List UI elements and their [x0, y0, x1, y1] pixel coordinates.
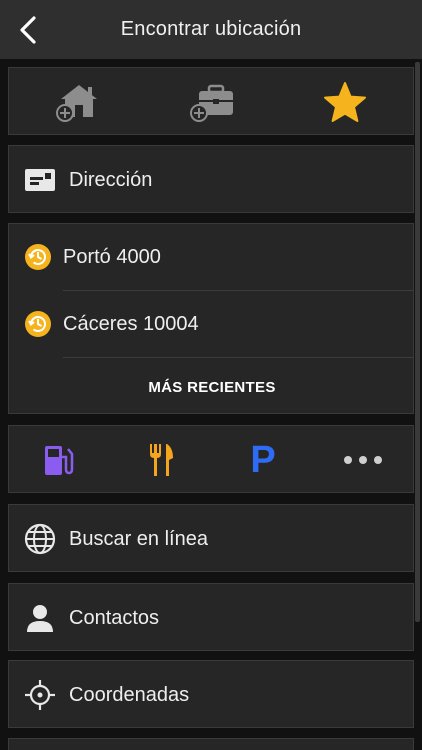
recent-item[interactable]: Portó 4000 — [9, 224, 413, 290]
scrollbar[interactable] — [415, 62, 420, 622]
recent-item-label: Cáceres 10004 — [63, 313, 199, 335]
history-clock-icon-wrap — [23, 242, 53, 272]
briefcase-add-icon — [190, 84, 233, 122]
next-panel-partial — [8, 738, 414, 750]
address-label: Dirección — [69, 169, 153, 191]
recents-panel: Portó 4000 Cáceres 10004 MÁS RECIENTES — [8, 223, 414, 414]
back-button[interactable] — [6, 8, 50, 52]
parking-button[interactable]: P — [235, 436, 291, 484]
crosshair-icon-wrap — [23, 678, 57, 712]
chevron-left-icon — [20, 16, 36, 44]
top-bar: Encontrar ubicación — [0, 0, 422, 59]
history-clock-icon — [25, 311, 51, 337]
add-home-button[interactable] — [39, 74, 119, 130]
page-title: Encontrar ubicación — [120, 18, 302, 40]
fuel-button[interactable] — [31, 436, 87, 484]
more-button[interactable] — [335, 436, 391, 484]
fork-knife-icon — [150, 444, 173, 476]
recent-item-label: Portó 4000 — [63, 246, 161, 268]
address-button[interactable]: Dirección — [8, 145, 414, 213]
more-recents-button[interactable]: MÁS RECIENTES — [9, 379, 415, 396]
crosshair-icon — [25, 680, 55, 710]
coordinates-label: Coordenadas — [69, 684, 190, 706]
parking-icon: P — [250, 439, 276, 481]
home-add-icon — [56, 85, 97, 122]
address-icon-wrap — [23, 164, 57, 196]
history-clock-icon-wrap — [23, 309, 53, 339]
favorites-button[interactable] — [305, 74, 385, 130]
globe-icon — [24, 523, 56, 555]
categories-panel: P — [8, 425, 414, 493]
person-icon — [27, 605, 53, 632]
coordinates-button[interactable]: Coordenadas — [8, 660, 414, 728]
quick-access-panel — [8, 67, 414, 135]
contacts-button[interactable]: Contactos — [8, 583, 414, 651]
globe-icon-wrap — [23, 522, 57, 556]
recent-item[interactable]: Cáceres 10004 — [9, 291, 413, 357]
search-online-label: Buscar en línea — [69, 528, 208, 550]
search-online-button[interactable]: Buscar en línea — [8, 504, 414, 572]
envelope-card-icon — [25, 169, 55, 191]
history-clock-icon — [25, 244, 51, 270]
add-work-button[interactable] — [172, 74, 252, 130]
divider — [63, 357, 413, 358]
food-button[interactable] — [133, 436, 189, 484]
more-dots-icon — [344, 456, 382, 464]
person-icon-wrap — [23, 601, 57, 635]
contacts-label: Contactos — [69, 607, 160, 629]
fuel-station-icon — [45, 446, 74, 475]
star-icon — [324, 82, 366, 122]
